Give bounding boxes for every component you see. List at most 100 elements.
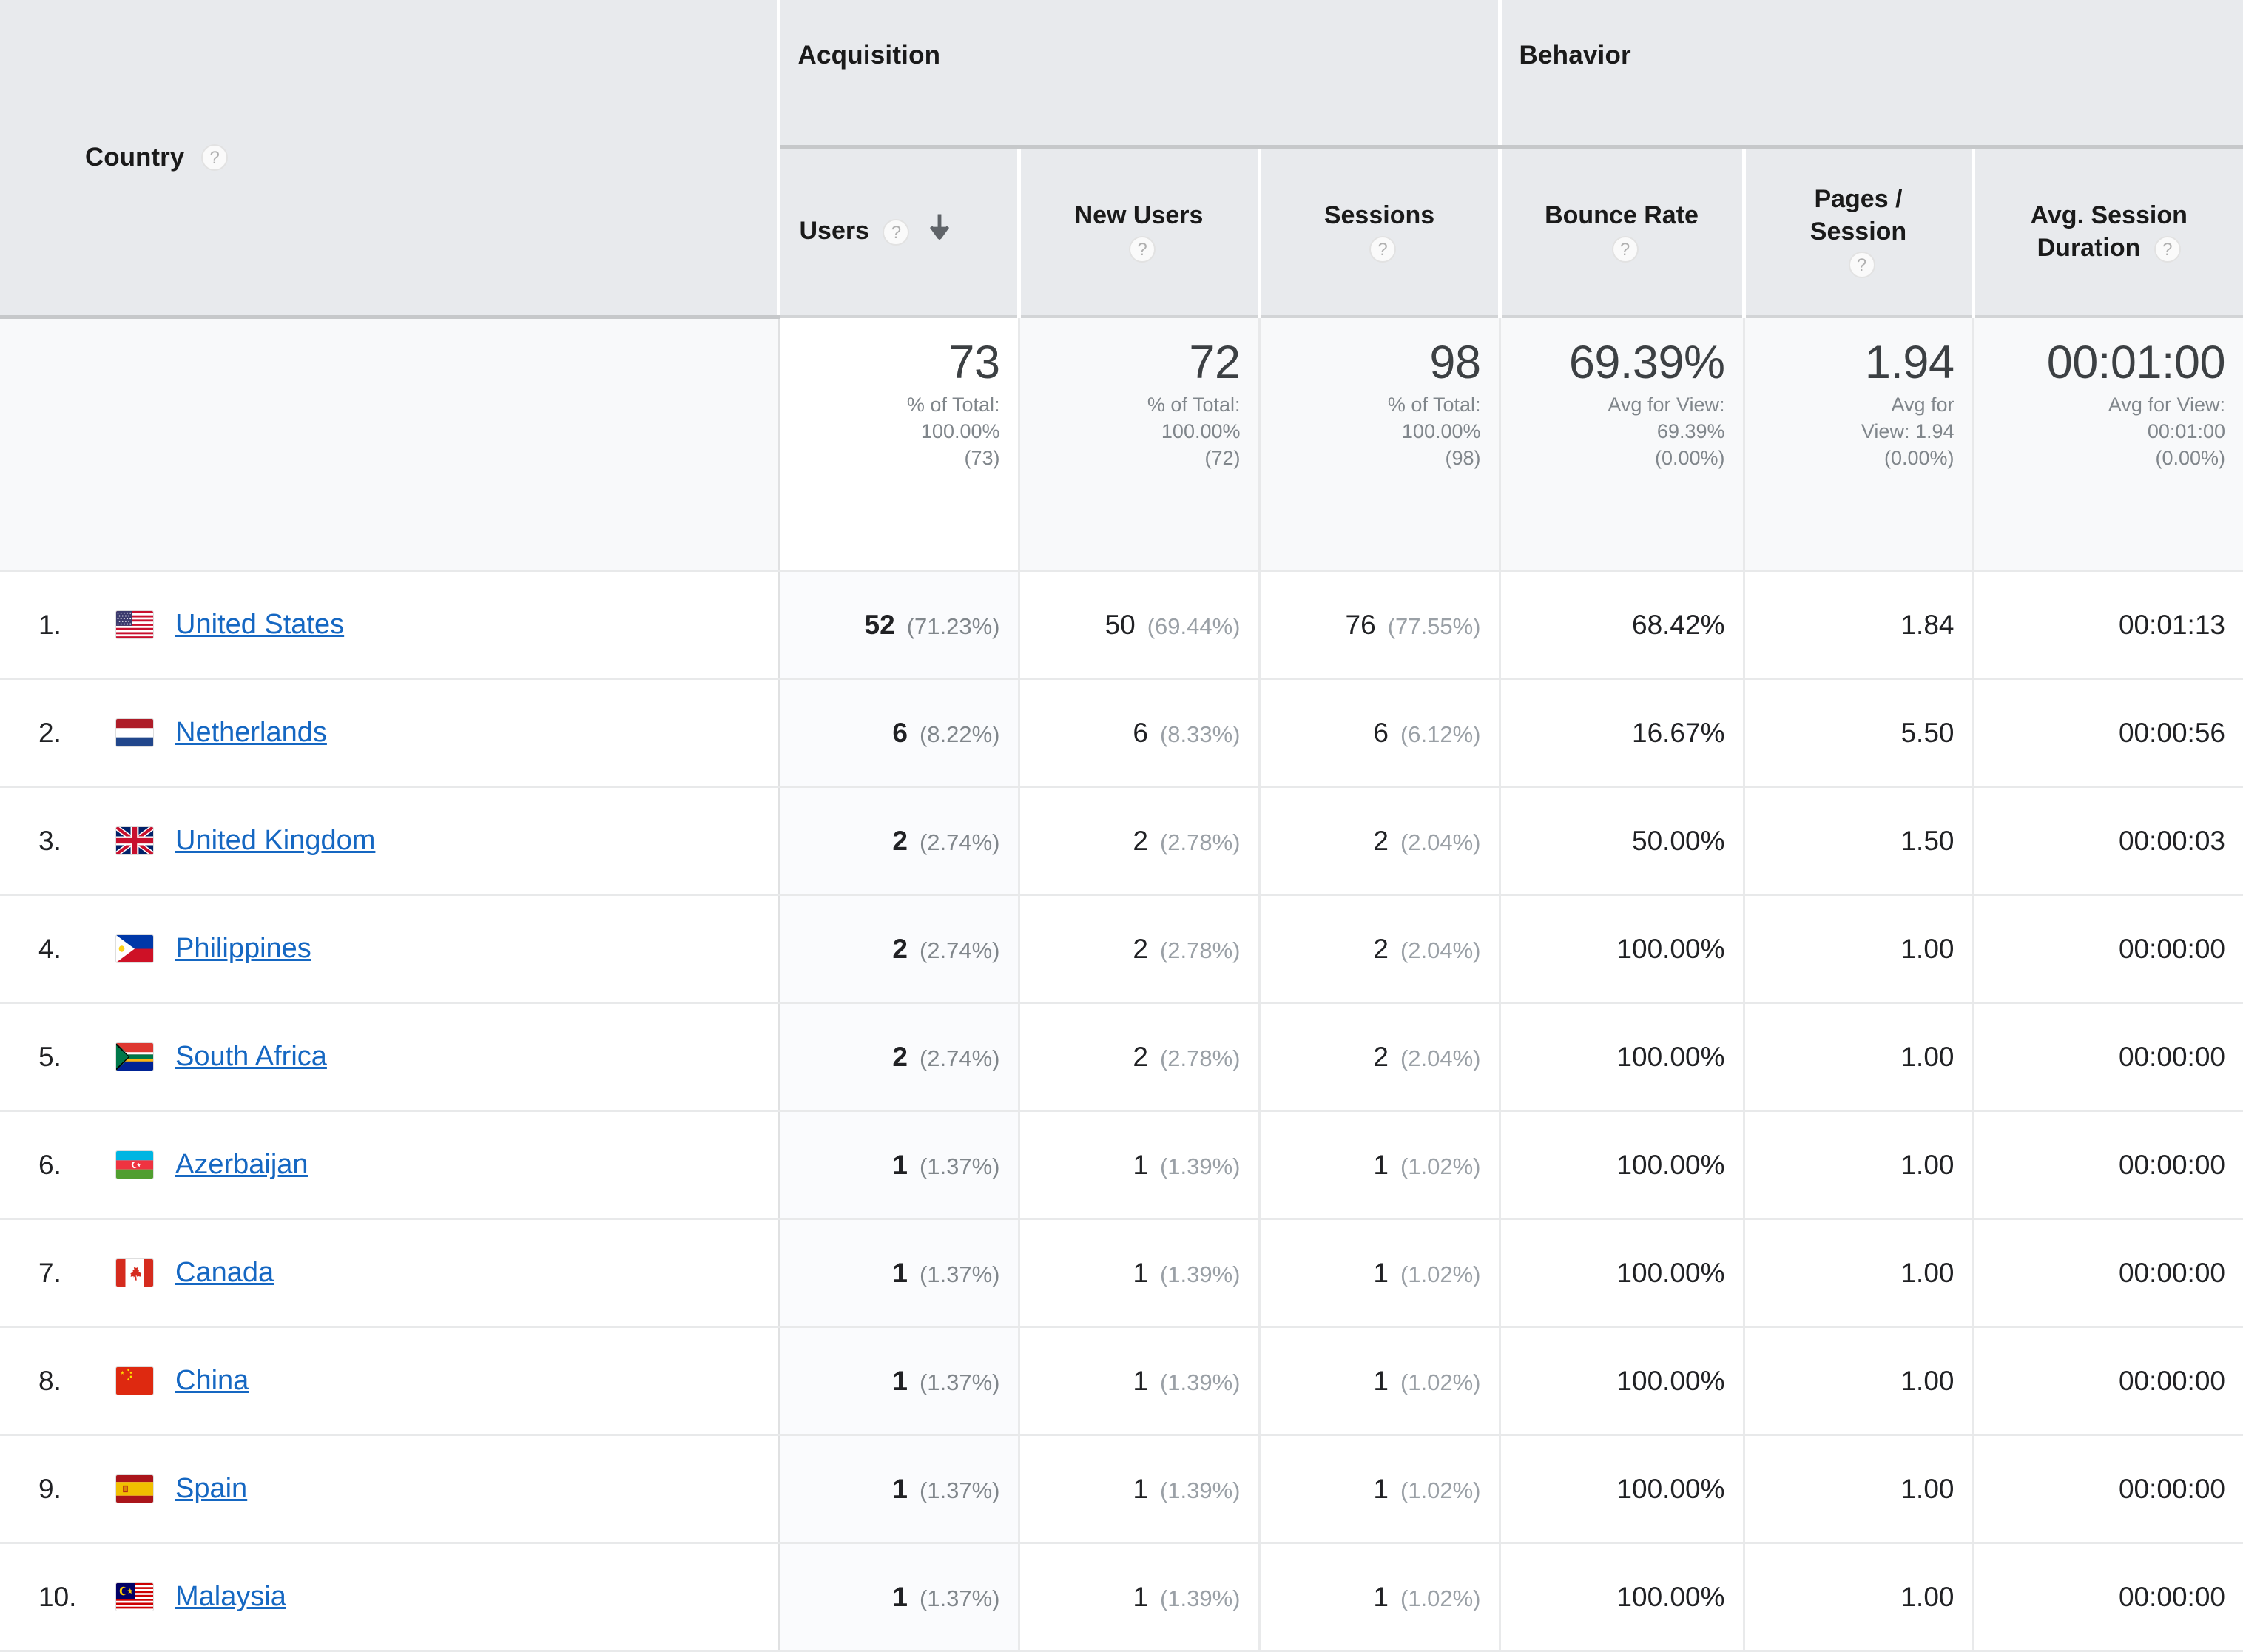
flag-es-icon [116, 1475, 153, 1503]
users-percent: (2.74%) [920, 1045, 1000, 1071]
country-link[interactable]: Azerbaijan [175, 1149, 308, 1181]
summary-sessions-value: 98 [1278, 339, 1481, 386]
row-rank: 1. [38, 610, 116, 641]
new-users-percent: (1.39%) [1160, 1585, 1241, 1611]
summary-bounce-rate-detail: 69.39% [1519, 419, 1725, 445]
help-circle-icon[interactable]: ? [1369, 236, 1396, 263]
users-value: 6 [892, 718, 908, 748]
users-value: 1 [892, 1150, 908, 1180]
help-circle-icon[interactable]: ? [883, 219, 909, 246]
country-link[interactable]: Philippines [175, 933, 311, 965]
cell-sessions: 2(2.04%) [1259, 895, 1500, 1003]
summary-new-users-detail: 100.00% [1038, 419, 1241, 445]
country-analytics-table: Country ? Acquisition Behavior Users ? [0, 0, 2243, 1652]
help-circle-icon[interactable]: ? [2154, 236, 2181, 263]
country-link[interactable]: United States [175, 609, 344, 641]
sessions-value: 1 [1373, 1258, 1389, 1288]
row-rank: 8. [38, 1366, 116, 1397]
cell-users: 2(2.74%) [778, 1003, 1019, 1111]
cell-avg-duration: 00:00:00 [1973, 1543, 2243, 1651]
flag-cn-icon [116, 1367, 153, 1395]
country-link[interactable]: China [175, 1365, 249, 1397]
column-header-new-users[interactable]: New Users ? [1019, 147, 1259, 317]
sessions-value: 2 [1373, 1042, 1389, 1072]
cell-bounce-rate: 50.00% [1500, 787, 1744, 895]
summary-pages-session-paren: (0.00%) [1763, 445, 1954, 472]
country-link[interactable]: South Africa [175, 1041, 327, 1073]
bounce-rate-header-label: Bounce Rate [1521, 200, 1723, 232]
new-users-value: 1 [1133, 1582, 1148, 1612]
column-header-users[interactable]: Users ? [778, 147, 1019, 317]
table-row: 8.China1(1.37%)1(1.39%)1(1.02%)100.00%1.… [0, 1327, 2243, 1435]
summary-sessions-paren: (98) [1278, 445, 1481, 472]
acquisition-group-label: Acquisition [780, 0, 1498, 70]
sessions-value: 2 [1373, 826, 1389, 856]
cell-sessions: 1(1.02%) [1259, 1327, 1500, 1435]
users-value: 1 [892, 1258, 908, 1288]
column-header-bounce-rate[interactable]: Bounce Rate ? [1500, 147, 1744, 317]
country-cell: 9. Spain [0, 1435, 778, 1543]
new-users-value: 6 [1133, 718, 1148, 748]
summary-bounce-rate-caption: Avg for View: [1519, 392, 1725, 419]
country-cell: 4.Philippines [0, 895, 778, 1003]
table-row: 3.United Kingdom2(2.74%)2(2.78%)2(2.04%)… [0, 787, 2243, 895]
cell-pages-session: 1.00 [1744, 1003, 1973, 1111]
summary-new-users-caption: % of Total: [1038, 392, 1241, 419]
flag-gb-icon [116, 827, 153, 854]
arrow-down-icon[interactable] [927, 213, 952, 252]
cell-new-users: 1(1.39%) [1019, 1111, 1259, 1219]
help-circle-icon[interactable]: ? [201, 144, 228, 171]
new-users-value: 1 [1133, 1150, 1148, 1180]
sessions-percent: (6.12%) [1400, 721, 1481, 747]
cell-users: 1(1.37%) [778, 1111, 1019, 1219]
cell-bounce-rate: 68.42% [1500, 571, 1744, 679]
summary-row: 73 % of Total: 100.00% (73) 72 % of Tota… [0, 317, 2243, 571]
column-header-sessions[interactable]: Sessions ? [1259, 147, 1500, 317]
country-link[interactable]: Malaysia [175, 1581, 286, 1613]
summary-avg-duration-value: 00:01:00 [1992, 339, 2226, 386]
country-dimension-header[interactable]: Country ? [0, 0, 778, 317]
new-users-percent: (2.78%) [1160, 1045, 1241, 1071]
cell-users: 1(1.37%) [778, 1219, 1019, 1327]
summary-users-caption: % of Total: [797, 392, 1000, 419]
cell-sessions: 6 (6.12%) [1259, 679, 1500, 787]
table-row: 1.United States52(71.23%)50(69.44%)76(77… [0, 571, 2243, 679]
summary-pages-session: 1.94 Avg for View: 1.94 (0.00%) [1744, 317, 1973, 571]
cell-users: 1(1.37%) [778, 1327, 1019, 1435]
summary-avg-duration-caption: Avg for View: [1992, 392, 2226, 419]
users-percent: (2.74%) [920, 829, 1000, 855]
cell-pages-session: 1.50 [1744, 787, 1973, 895]
cell-pages-session: 1.00 [1744, 1111, 1973, 1219]
users-header-label: Users [800, 216, 870, 244]
cell-bounce-rate: 16.67% [1500, 679, 1744, 787]
country-cell: 6.Azerbaijan [0, 1111, 778, 1219]
country-link[interactable]: United Kingdom [175, 825, 375, 857]
sessions-percent: (2.04%) [1400, 937, 1481, 963]
column-header-pages-session[interactable]: Pages / Session ? [1744, 147, 1973, 317]
country-link[interactable]: Spain [175, 1473, 247, 1505]
users-percent: (71.23%) [907, 613, 1000, 639]
summary-bounce-rate-value: 69.39% [1519, 339, 1725, 386]
country-link[interactable]: Canada [175, 1257, 274, 1289]
sessions-value: 6 [1373, 718, 1389, 748]
country-cell: 7.Canada [0, 1219, 778, 1327]
cell-avg-duration: 00:00:00 [1973, 895, 2243, 1003]
cell-users: 1(1.37%) [778, 1543, 1019, 1651]
cell-new-users: 2(2.78%) [1019, 895, 1259, 1003]
sessions-value: 76 [1346, 610, 1376, 640]
users-value: 2 [892, 826, 908, 856]
help-circle-icon[interactable]: ? [1129, 236, 1156, 263]
country-link[interactable]: Netherlands [175, 717, 327, 749]
row-rank: 9. [38, 1474, 116, 1505]
summary-sessions-detail: 100.00% [1278, 419, 1481, 445]
cell-sessions: 2(2.04%) [1259, 787, 1500, 895]
flag-ca-icon [116, 1259, 153, 1287]
cell-sessions: 76 (77.55%) [1259, 571, 1500, 679]
sessions-percent: (77.55%) [1388, 613, 1481, 639]
cell-bounce-rate: 100.00% [1500, 1327, 1744, 1435]
column-header-avg-session-duration[interactable]: Avg. Session Duration ? [1973, 147, 2243, 317]
sessions-value: 1 [1373, 1150, 1389, 1180]
country-cell: 1. United States [0, 571, 778, 679]
help-circle-icon[interactable]: ? [1849, 252, 1875, 278]
help-circle-icon[interactable]: ? [1612, 236, 1639, 263]
